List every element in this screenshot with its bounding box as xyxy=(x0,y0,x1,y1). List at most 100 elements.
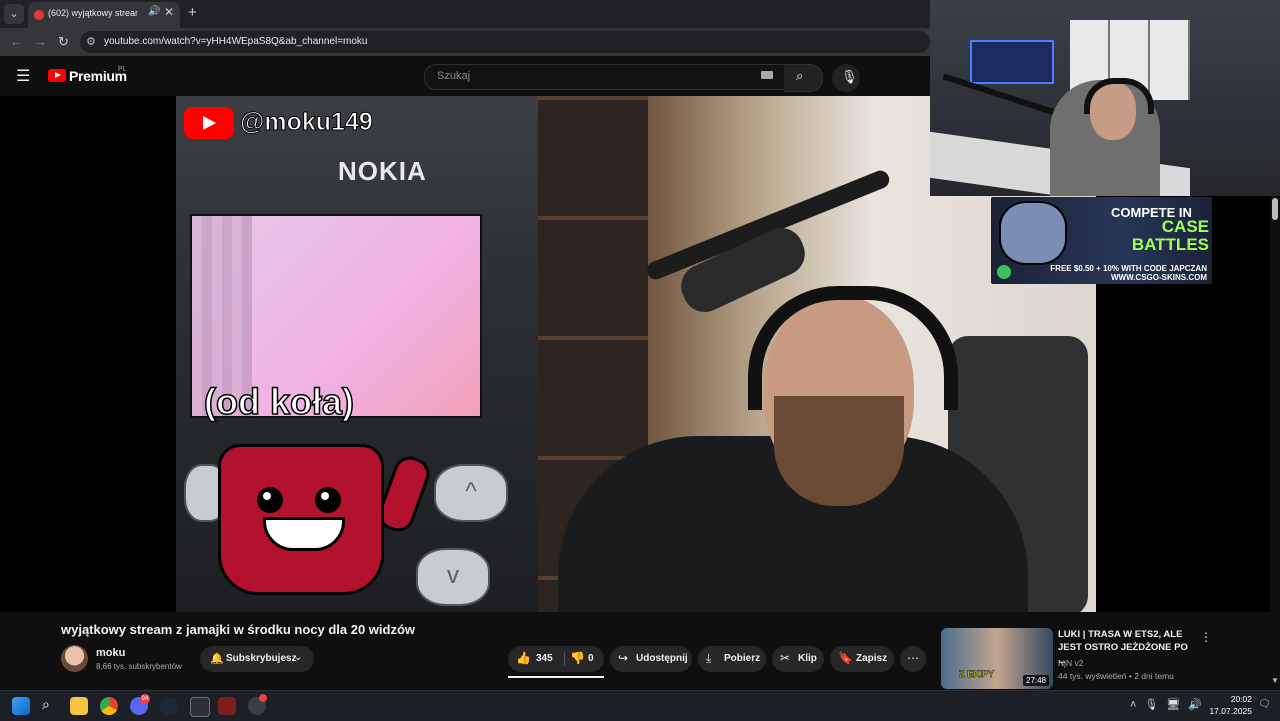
ad-offer-text: FREE $0.50 + 10% WITH CODE JAPCZAN xyxy=(1050,264,1207,273)
headphones-icon xyxy=(748,286,958,410)
chrome-icon[interactable] xyxy=(100,697,118,715)
like-count[interactable]: 345 xyxy=(536,653,553,664)
microphone-icon: 🎙 xyxy=(841,69,858,84)
tab-close-icon[interactable]: ✕ xyxy=(164,5,174,19)
download-button[interactable]: ⤓ Pobierz xyxy=(698,646,766,672)
tab-search-button[interactable]: ⌄ xyxy=(4,4,24,24)
channel-handle: @moku149 xyxy=(240,108,374,137)
download-icon: ⤓ xyxy=(706,651,712,665)
search-box xyxy=(424,64,786,90)
nokia-phone-overlay: @moku149 NOKIA (od koła) ^ v xyxy=(176,96,538,612)
character-eye-right xyxy=(315,487,341,513)
more-horizontal-icon: ⋯ xyxy=(907,651,919,665)
thumbs-down-icon[interactable]: 👎 xyxy=(570,651,585,665)
channel-avatar[interactable] xyxy=(61,645,88,672)
like-progress-underline xyxy=(508,676,604,678)
youtube-logo-icon[interactable] xyxy=(48,69,66,82)
notification-dot xyxy=(259,694,267,702)
clip-button[interactable]: ✂ Klip xyxy=(772,646,824,672)
dislike-count[interactable]: 0 xyxy=(588,653,594,664)
character-face xyxy=(249,487,349,551)
windows-taskbar: ⌕ 94 ˄🎙🖥🔊 20:02 17.07.2025 🗨 xyxy=(0,690,1280,721)
save-button[interactable]: 🔖 Zapisz xyxy=(830,646,894,672)
ad-offer: FREE $0.50 + 10% WITH CODE JAPCZAN WWW.C… xyxy=(1047,264,1207,282)
scroll-down-arrow-icon[interactable]: ▼ xyxy=(1271,676,1279,685)
nokia-brand: NOKIA xyxy=(338,156,427,186)
new-tab-button[interactable]: + xyxy=(188,4,197,21)
clock-time[interactable]: 20:02 xyxy=(1212,694,1252,704)
back-arrow-icon[interactable]: ← xyxy=(10,34,23,49)
csgo-skins-logo-icon xyxy=(997,265,1011,279)
chevron-up-icon: ^ xyxy=(465,478,477,505)
mascot-icon xyxy=(999,201,1067,265)
share-icon: ↪ xyxy=(618,651,629,665)
ad-site: WWW.CSGO-SKINS.COM xyxy=(1111,273,1207,282)
phone-key-up: ^ xyxy=(434,464,508,522)
discord-notification-badge: 94 xyxy=(140,694,150,704)
recommended-thumbnail[interactable]: Z EKIPY 27:48 xyxy=(941,628,1053,689)
share-button[interactable]: ↪ Udostępnij xyxy=(610,646,692,672)
phone-key-down: v xyxy=(416,548,490,606)
video-duration: 27:48 xyxy=(1023,675,1050,686)
more-actions-button[interactable]: ⋯ xyxy=(900,646,926,672)
tab-title: (602) wyjątkowy stream z ja... xyxy=(48,8,138,18)
like-divider xyxy=(564,652,565,666)
thumbs-up-icon[interactable]: 👍 xyxy=(516,651,531,665)
region-code: PL xyxy=(118,66,127,73)
steam-icon[interactable] xyxy=(160,697,178,715)
file-explorer-icon[interactable] xyxy=(70,697,88,715)
hamburger-menu-icon[interactable]: ☰ xyxy=(16,66,30,86)
webcam-overlay xyxy=(930,0,1280,196)
system-tray-icons[interactable]: ˄🎙🖥🔊 xyxy=(1130,698,1210,711)
character-eye-left xyxy=(257,487,283,513)
share-label: Udostępnij xyxy=(636,653,688,664)
caption-text: (od koła) xyxy=(203,380,355,423)
windows-start-icon[interactable] xyxy=(12,697,30,715)
voice-search-button[interactable]: 🎙 xyxy=(832,64,860,92)
save-label: Zapisz xyxy=(856,653,888,664)
like-dislike-group: 👍 345 👎 0 xyxy=(508,646,604,672)
site-info-icon[interactable]: ⚙ xyxy=(86,35,96,48)
keyboard-icon[interactable] xyxy=(761,71,773,79)
notification-icon[interactable]: 🗨 xyxy=(1258,699,1271,710)
subscribe-button[interactable]: 🔔 Subskrybujesz ⌄ xyxy=(200,646,314,672)
taskbar-search-icon[interactable]: ⌕ xyxy=(42,696,62,716)
video-title: wyjątkowy stream z jamajki w środku nocy… xyxy=(61,622,416,637)
streamer-beard xyxy=(774,396,904,506)
forward-arrow-icon[interactable]: → xyxy=(34,34,47,49)
recommended-meta: 44 tys. wyświetleń • 2 dni temu xyxy=(1058,671,1174,681)
scroll-thumb[interactable] xyxy=(1272,198,1278,220)
search-input[interactable] xyxy=(435,69,739,83)
game-app-icon[interactable] xyxy=(218,697,236,715)
xbox-icon[interactable] xyxy=(190,697,210,717)
page-scrollbar[interactable]: ▼ xyxy=(1270,196,1280,690)
url-text[interactable]: youtube.com/watch?v=yHH4WEpaS8Q&ab_chann… xyxy=(104,36,367,47)
more-vertical-icon[interactable]: ⋮ xyxy=(1200,630,1212,644)
reload-icon[interactable]: ↻ xyxy=(58,34,69,50)
webcam-pc-case xyxy=(970,40,1054,84)
clock-date[interactable]: 17.07.2025 xyxy=(1206,706,1252,716)
ad-subheadline: CASE BATTLES xyxy=(1131,217,1209,254)
recommended-channel[interactable]: NjN v2 xyxy=(1058,658,1084,668)
scissors-icon: ✂ xyxy=(780,651,791,665)
thumbnail-caption: Z EKIPY xyxy=(959,669,995,680)
search-icon: ⌕ xyxy=(796,68,804,83)
youtube-play-icon xyxy=(184,107,234,139)
character-mouth xyxy=(263,517,345,551)
subscribe-label: Subskrybujesz xyxy=(226,653,297,664)
download-label: Pobierz xyxy=(724,653,761,664)
channel-name[interactable]: moku xyxy=(96,647,125,659)
channel-badge: @moku149 xyxy=(184,104,404,140)
speaker-icon[interactable]: 🔊 xyxy=(148,6,160,17)
browser-tab-active[interactable]: (602) wyjątkowy stream z ja... 🔊 ✕ xyxy=(28,2,180,28)
youtube-masthead: ☰ Premium PL ⌕ 🎙 xyxy=(0,56,930,96)
search-button[interactable]: ⌕ xyxy=(784,64,823,92)
meat-boy-character-icon xyxy=(218,444,384,595)
subscriber-count: 8,66 tys. subskrybentów xyxy=(96,662,182,671)
address-bar[interactable]: ⚙ youtube.com/watch?v=yHH4WEpaS8Q&ab_cha… xyxy=(80,31,930,53)
youtube-favicon-icon xyxy=(34,10,44,20)
chevron-down-icon: ⌄ xyxy=(294,652,303,663)
chevron-down-icon: v xyxy=(447,562,459,589)
bell-icon: 🔔 xyxy=(210,653,224,665)
bookmark-icon: 🔖 xyxy=(838,651,853,665)
